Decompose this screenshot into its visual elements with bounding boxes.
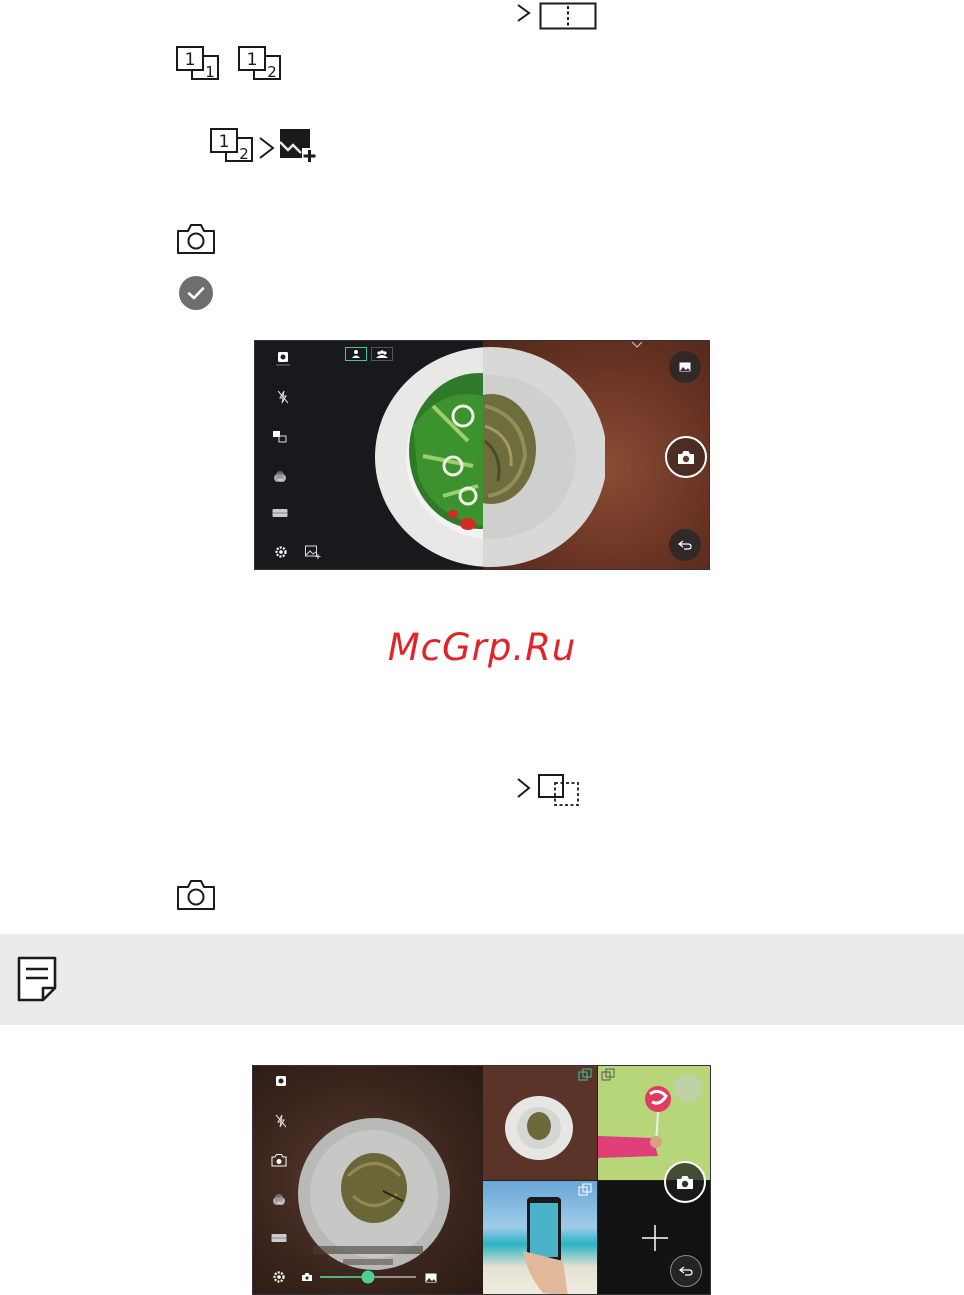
settings-gear-icon[interactable] — [275, 546, 287, 558]
add-image-icon — [279, 128, 317, 164]
add-image-icon[interactable] — [305, 545, 321, 559]
mode-icon[interactable] — [273, 1074, 289, 1090]
back-button[interactable] — [670, 1255, 702, 1287]
camera-icon — [176, 223, 216, 255]
chevron-right-icon — [257, 135, 277, 161]
aspect-ratio-icon[interactable] — [272, 508, 288, 518]
opacity-slider[interactable] — [319, 1269, 419, 1285]
chevron-right-icon — [515, 2, 533, 24]
group-mode-icon[interactable] — [371, 347, 393, 361]
camera-screenshot-grid — [252, 1065, 711, 1295]
back-button[interactable] — [669, 529, 701, 561]
watermark-text: McGrp.Ru — [387, 626, 577, 669]
camera-screenshot-split — [254, 340, 710, 570]
single-person-mode-icon[interactable] — [345, 347, 367, 361]
svg-text:1: 1 — [205, 63, 215, 81]
checkmark-circle-icon — [178, 275, 214, 311]
aspect-ratio-icon[interactable] — [271, 1233, 287, 1243]
grid-1-1-icon: 1 1 — [175, 45, 221, 81]
mode-icon[interactable] — [275, 350, 291, 368]
shutter-button[interactable] — [665, 436, 707, 478]
image-small-icon — [425, 1273, 437, 1283]
grid-tile-phone-beach — [483, 1181, 597, 1294]
filter-icon[interactable] — [272, 1193, 286, 1207]
note-icon — [16, 955, 60, 1003]
svg-text:2: 2 — [239, 145, 249, 163]
switch-camera-icon[interactable] — [271, 1153, 287, 1167]
grid-toggle-icon[interactable] — [272, 430, 288, 444]
chevron-right-icon — [515, 776, 533, 800]
grid-1-2-icon: 1 2 — [237, 45, 283, 81]
camera-small-icon — [301, 1272, 313, 1282]
note-panel — [0, 934, 964, 1025]
grid-tile-plate — [483, 1066, 597, 1180]
svg-text:1: 1 — [185, 50, 196, 70]
split-view-icon — [539, 2, 597, 30]
gallery-button[interactable] — [669, 351, 701, 383]
grid-1-2-icon: 1 2 — [209, 127, 255, 163]
svg-text:1: 1 — [219, 132, 230, 152]
flash-off-icon[interactable] — [275, 1114, 287, 1128]
camera-icon — [176, 879, 216, 911]
flash-off-icon[interactable] — [277, 390, 289, 404]
filter-icon[interactable] — [273, 470, 287, 484]
chevron-down-icon[interactable] — [631, 341, 643, 349]
svg-text:1: 1 — [247, 50, 258, 70]
plate-image — [373, 346, 605, 568]
settings-gear-icon[interactable] — [273, 1271, 285, 1283]
shutter-button[interactable] — [664, 1161, 706, 1203]
main-preview — [253, 1066, 482, 1294]
overlay-frame-icon — [537, 773, 581, 807]
svg-text:2: 2 — [267, 63, 277, 81]
